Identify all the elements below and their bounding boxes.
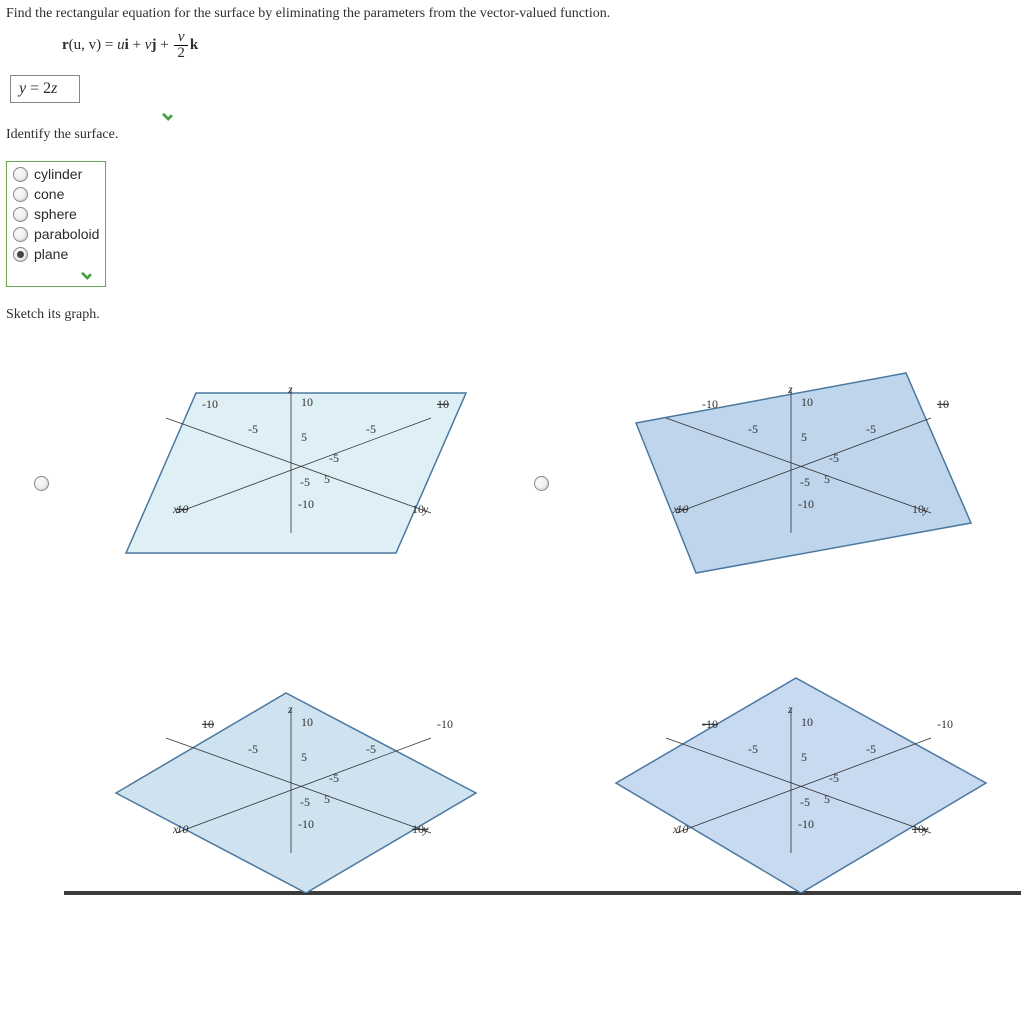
option-plane[interactable]: plane (13, 244, 99, 264)
svg-text:-5: -5 (300, 795, 310, 809)
option-label: cylinder (34, 166, 82, 182)
radio-icon[interactable] (13, 207, 28, 222)
option-label: plane (34, 246, 68, 262)
svg-text:10y: 10y (412, 822, 429, 836)
identify-prompt: Identify the surface. (6, 127, 1015, 143)
svg-text:5: 5 (824, 792, 830, 806)
graph-option-4[interactable]: -10 -5 5 x10 -10 -5 -5 10y 10 5 -5 -10 z (576, 663, 1006, 893)
graph-radio-2[interactable] (534, 476, 549, 491)
svg-text:-10: -10 (298, 817, 314, 831)
svg-text:-5: -5 (329, 771, 339, 785)
svg-text:5: 5 (301, 750, 307, 764)
svg-text:-5: -5 (829, 451, 839, 465)
option-paraboloid[interactable]: paraboloid (13, 224, 99, 244)
svg-text:10y: 10y (912, 502, 929, 516)
svg-text:10y: 10y (412, 502, 429, 516)
option-cylinder[interactable]: cylinder (13, 164, 99, 184)
svg-text:z: z (287, 382, 293, 396)
svg-text:-5: -5 (748, 742, 758, 756)
svg-text:x10: x10 (672, 502, 688, 516)
option-label: paraboloid (34, 226, 99, 242)
svg-text:10: 10 (937, 397, 949, 411)
equation: r(u, v) = ui + vj + v2k (62, 30, 1015, 61)
graph-radio-1[interactable] (34, 476, 49, 491)
option-cone[interactable]: cone (13, 184, 99, 204)
svg-text:-10: -10 (798, 817, 814, 831)
sketch-choices: -10 -5 5 x10 10 -5 -5 10y 10 5 -5 -10 z (6, 333, 1015, 893)
svg-text:10: 10 (202, 717, 214, 731)
radio-icon[interactable] (13, 187, 28, 202)
svg-text:-5: -5 (800, 475, 810, 489)
sketch-prompt: Sketch its graph. (6, 307, 1015, 323)
svg-text:-10: -10 (298, 497, 314, 511)
svg-text:-10: -10 (798, 497, 814, 511)
svg-text:5: 5 (801, 750, 807, 764)
svg-text:5: 5 (324, 792, 330, 806)
graph-option-2[interactable]: -10 -5 5 x10 10 -5 -5 10y 10 5 -5 -10 z (576, 333, 1006, 633)
svg-text:-5: -5 (829, 771, 839, 785)
answer-equation-input[interactable]: y = 2z (10, 75, 80, 103)
svg-text:-5: -5 (329, 451, 339, 465)
option-label: sphere (34, 206, 77, 222)
radio-icon[interactable] (13, 247, 28, 262)
svg-text:-5: -5 (800, 795, 810, 809)
svg-text:10: 10 (301, 395, 313, 409)
identify-options: cylinder cone sphere paraboloid plane (6, 161, 106, 287)
svg-text:10: 10 (801, 395, 813, 409)
radio-icon[interactable] (13, 227, 28, 242)
svg-text:-10: -10 (437, 717, 453, 731)
svg-text:-10: -10 (202, 397, 218, 411)
check-icon (81, 265, 99, 279)
svg-text:-5: -5 (248, 742, 258, 756)
svg-text:10: 10 (801, 715, 813, 729)
svg-text:5: 5 (824, 472, 830, 486)
svg-text:-5: -5 (748, 422, 758, 436)
prompt: Find the rectangular equation for the su… (6, 6, 1015, 22)
option-label: cone (34, 186, 64, 202)
svg-text:z: z (787, 382, 793, 396)
svg-text:-10: -10 (702, 717, 718, 731)
svg-text:-10: -10 (702, 397, 718, 411)
svg-text:-5: -5 (866, 742, 876, 756)
radio-icon[interactable] (13, 167, 28, 182)
svg-text:5: 5 (301, 430, 307, 444)
svg-text:x10: x10 (672, 822, 688, 836)
svg-text:x10: x10 (172, 502, 188, 516)
svg-text:5: 5 (324, 472, 330, 486)
graph-option-3[interactable]: 10 -5 5 x10 -10 -5 -5 10y 10 5 -5 -10 z (76, 663, 506, 893)
svg-text:-5: -5 (248, 422, 258, 436)
svg-text:z: z (787, 702, 793, 716)
svg-text:5: 5 (801, 430, 807, 444)
svg-text:10: 10 (437, 397, 449, 411)
svg-text:-10: -10 (937, 717, 953, 731)
svg-text:-5: -5 (366, 422, 376, 436)
svg-text:-5: -5 (866, 422, 876, 436)
svg-text:10y: 10y (912, 822, 929, 836)
svg-text:-5: -5 (366, 742, 376, 756)
graph-option-1[interactable]: -10 -5 5 x10 10 -5 -5 10y 10 5 -5 -10 z (76, 333, 506, 633)
svg-text:x10: x10 (172, 822, 188, 836)
svg-text:-5: -5 (300, 475, 310, 489)
svg-text:z: z (287, 702, 293, 716)
option-sphere[interactable]: sphere (13, 204, 99, 224)
svg-text:10: 10 (301, 715, 313, 729)
check-icon (162, 106, 180, 120)
